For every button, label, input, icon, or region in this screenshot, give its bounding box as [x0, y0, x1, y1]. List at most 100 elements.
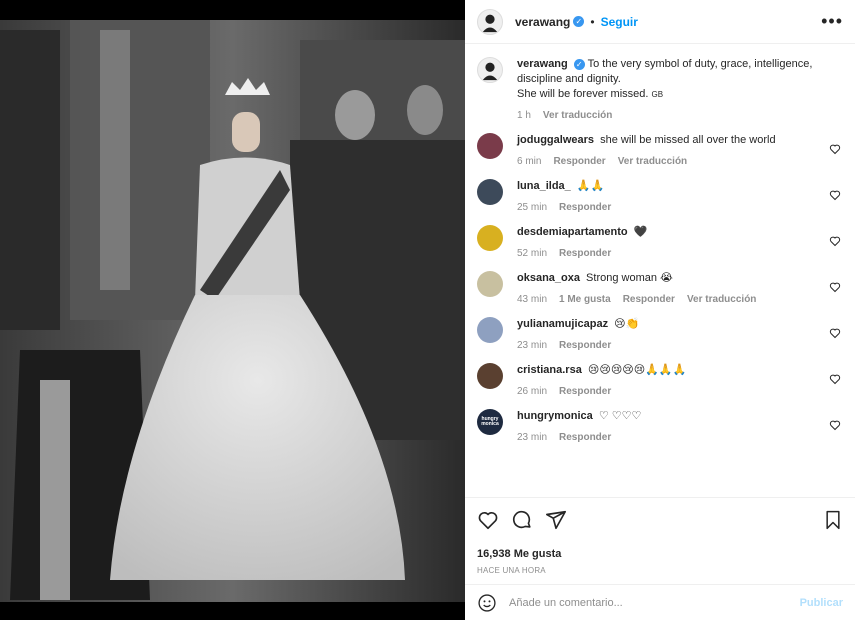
- add-comment-bar: Publicar: [465, 584, 855, 620]
- like-comment-heart-icon[interactable]: [829, 419, 841, 431]
- commenter-username[interactable]: joduggalwears: [517, 134, 594, 146]
- reply-button[interactable]: Responder: [559, 386, 611, 397]
- comment-body: oksana_oxa Strong woman 😭 43 min 1 Me gust…: [517, 259, 843, 305]
- owner-avatar[interactable]: [477, 8, 503, 35]
- comment-time: 23 min: [517, 432, 548, 443]
- comment-text: she will be missed all over the world: [600, 134, 776, 146]
- comment-row: oksana_oxa Strong woman 😭 43 min 1 Me gust…: [477, 259, 843, 305]
- share-icon[interactable]: [545, 509, 567, 531]
- comment-time: 25 min: [517, 202, 548, 213]
- like-comment-heart-icon[interactable]: [829, 143, 841, 155]
- likes-count[interactable]: 16,938 Me gusta: [477, 548, 843, 560]
- post-photo[interactable]: [0, 0, 465, 620]
- commenter-avatar[interactable]: [477, 225, 503, 251]
- comment-time: 26 min: [517, 386, 548, 397]
- comment-row: joduggalwears she will be missed all ove…: [477, 121, 843, 167]
- comment-body: hungrymonica ♡ ♡♡♡ 23 min Responder: [517, 397, 843, 443]
- comment-meta: 52 min Responder: [517, 248, 819, 259]
- comment-meta: 23 min Responder: [517, 340, 819, 351]
- comment-likes[interactable]: 1 Me gusta: [559, 294, 611, 305]
- commenter-username[interactable]: desdemiapartamento: [517, 226, 628, 238]
- reply-button[interactable]: Responder: [559, 248, 611, 259]
- verified-icon: ✓: [573, 59, 585, 70]
- reply-button[interactable]: Responder: [559, 340, 611, 351]
- action-icons: [477, 508, 843, 532]
- separator-dot: •: [590, 14, 595, 29]
- like-comment-heart-icon[interactable]: [829, 327, 841, 339]
- caption-body: verawang ✓ To the very symbol of duty, gr…: [517, 45, 843, 121]
- commenter-avatar[interactable]: [477, 179, 503, 205]
- emoji-icon[interactable]: [477, 593, 497, 613]
- comment-text: 😢👏: [614, 318, 640, 330]
- owner-username[interactable]: verawang: [515, 15, 570, 29]
- caption-meta: 1 h Ver traducción: [517, 110, 833, 121]
- comment-row: yulianamujicapaz 😢👏 23 min Responder: [477, 305, 843, 351]
- comment-meta: 43 min 1 Me gusta Responder Ver traducción: [517, 294, 819, 305]
- comment-input[interactable]: [509, 596, 800, 609]
- comment-time: 43 min: [517, 294, 548, 305]
- bookmark-icon[interactable]: [823, 510, 843, 530]
- avatar-text: hungry monica: [481, 416, 499, 427]
- caption-flag: GB: [651, 90, 664, 99]
- comment-body: yulianamujicapaz 😢👏 23 min Responder: [517, 305, 843, 351]
- comment-text-line: oksana_oxa Strong woman 😭: [517, 271, 819, 286]
- comment-row: cristiana.rsa 😢😢😢😢😢🙏🙏🙏 26 min Responder: [477, 351, 843, 397]
- reply-button[interactable]: Responder: [623, 294, 675, 305]
- comment-text: ♡ ♡♡♡: [598, 410, 642, 422]
- caption-line-2: She will be forever missed.: [517, 88, 649, 100]
- follow-button[interactable]: Seguir: [601, 15, 638, 29]
- comment-meta: 26 min Responder: [517, 386, 819, 397]
- comment-time: 52 min: [517, 248, 548, 259]
- commenter-username[interactable]: yulianamujicapaz: [517, 318, 608, 330]
- like-comment-heart-icon[interactable]: [829, 281, 841, 293]
- comment-text-line: yulianamujicapaz 😢👏: [517, 317, 819, 332]
- commenter-avatar[interactable]: hungry monica: [477, 409, 503, 435]
- comments-list[interactable]: verawang ✓ To the very symbol of duty, gr…: [465, 45, 855, 497]
- comment-body: luna_ilda_ 🙏🙏 25 min Responder: [517, 167, 843, 213]
- comment-text-line: desdemiapartamento 🖤: [517, 225, 819, 240]
- commenter-avatar[interactable]: [477, 133, 503, 159]
- comment-time: 6 min: [517, 156, 542, 167]
- comment-rows: joduggalwears she will be missed all ove…: [477, 121, 843, 443]
- comment-text-line: cristiana.rsa 😢😢😢😢😢🙏🙏🙏: [517, 363, 819, 378]
- caption-translate-link[interactable]: Ver traducción: [543, 110, 612, 121]
- comment-meta: 6 min Responder Ver traducción: [517, 156, 819, 167]
- comment-text-line: luna_ilda_ 🙏🙏: [517, 179, 819, 194]
- comment-meta: 23 min Responder: [517, 432, 819, 443]
- caption-username[interactable]: verawang: [517, 58, 568, 70]
- caption-avatar[interactable]: [477, 57, 503, 83]
- comment-body: cristiana.rsa 😢😢😢😢😢🙏🙏🙏 26 min Responder: [517, 351, 843, 397]
- verified-icon: ✓: [573, 16, 585, 27]
- commenter-username[interactable]: hungrymonica: [517, 410, 593, 422]
- like-comment-heart-icon[interactable]: [829, 189, 841, 201]
- reply-button[interactable]: Responder: [559, 202, 611, 213]
- comment-text: Strong woman 😭: [586, 272, 673, 284]
- commenter-username[interactable]: luna_ilda_: [517, 180, 571, 192]
- post-header: verawang ✓ • Seguir •••: [465, 0, 855, 44]
- translate-link[interactable]: Ver traducción: [687, 294, 756, 305]
- comment-text-line: joduggalwears she will be missed all ove…: [517, 133, 819, 148]
- post-image: [0, 0, 465, 620]
- comment-time: 23 min: [517, 340, 548, 351]
- post-panel: verawang ✓ • Seguir ••• verawang ✓ To the…: [465, 0, 855, 620]
- comment-row: desdemiapartamento 🖤 52 min Responder: [477, 213, 843, 259]
- comment-text: 🖤: [633, 226, 648, 238]
- commenter-avatar[interactable]: [477, 317, 503, 343]
- translate-link[interactable]: Ver traducción: [618, 156, 687, 167]
- commenter-avatar[interactable]: [477, 271, 503, 297]
- reply-button[interactable]: Responder: [553, 156, 605, 167]
- more-icon[interactable]: •••: [821, 11, 843, 32]
- publish-button[interactable]: Publicar: [800, 597, 843, 609]
- reply-button[interactable]: Responder: [559, 432, 611, 443]
- comment-icon[interactable]: [511, 509, 533, 531]
- post-actions: 16,938 Me gusta HACE UNA HORA: [465, 497, 855, 575]
- like-comment-heart-icon[interactable]: [829, 373, 841, 385]
- commenter-avatar[interactable]: [477, 363, 503, 389]
- heart-icon[interactable]: [477, 509, 499, 531]
- comment-row: luna_ilda_ 🙏🙏 25 min Responder: [477, 167, 843, 213]
- like-comment-heart-icon[interactable]: [829, 235, 841, 247]
- comment-row: hungry monica hungrymonica ♡ ♡♡♡ 23 min Res…: [477, 397, 843, 443]
- commenter-username[interactable]: cristiana.rsa: [517, 364, 582, 376]
- commenter-username[interactable]: oksana_oxa: [517, 272, 580, 284]
- comment-meta: 25 min Responder: [517, 202, 819, 213]
